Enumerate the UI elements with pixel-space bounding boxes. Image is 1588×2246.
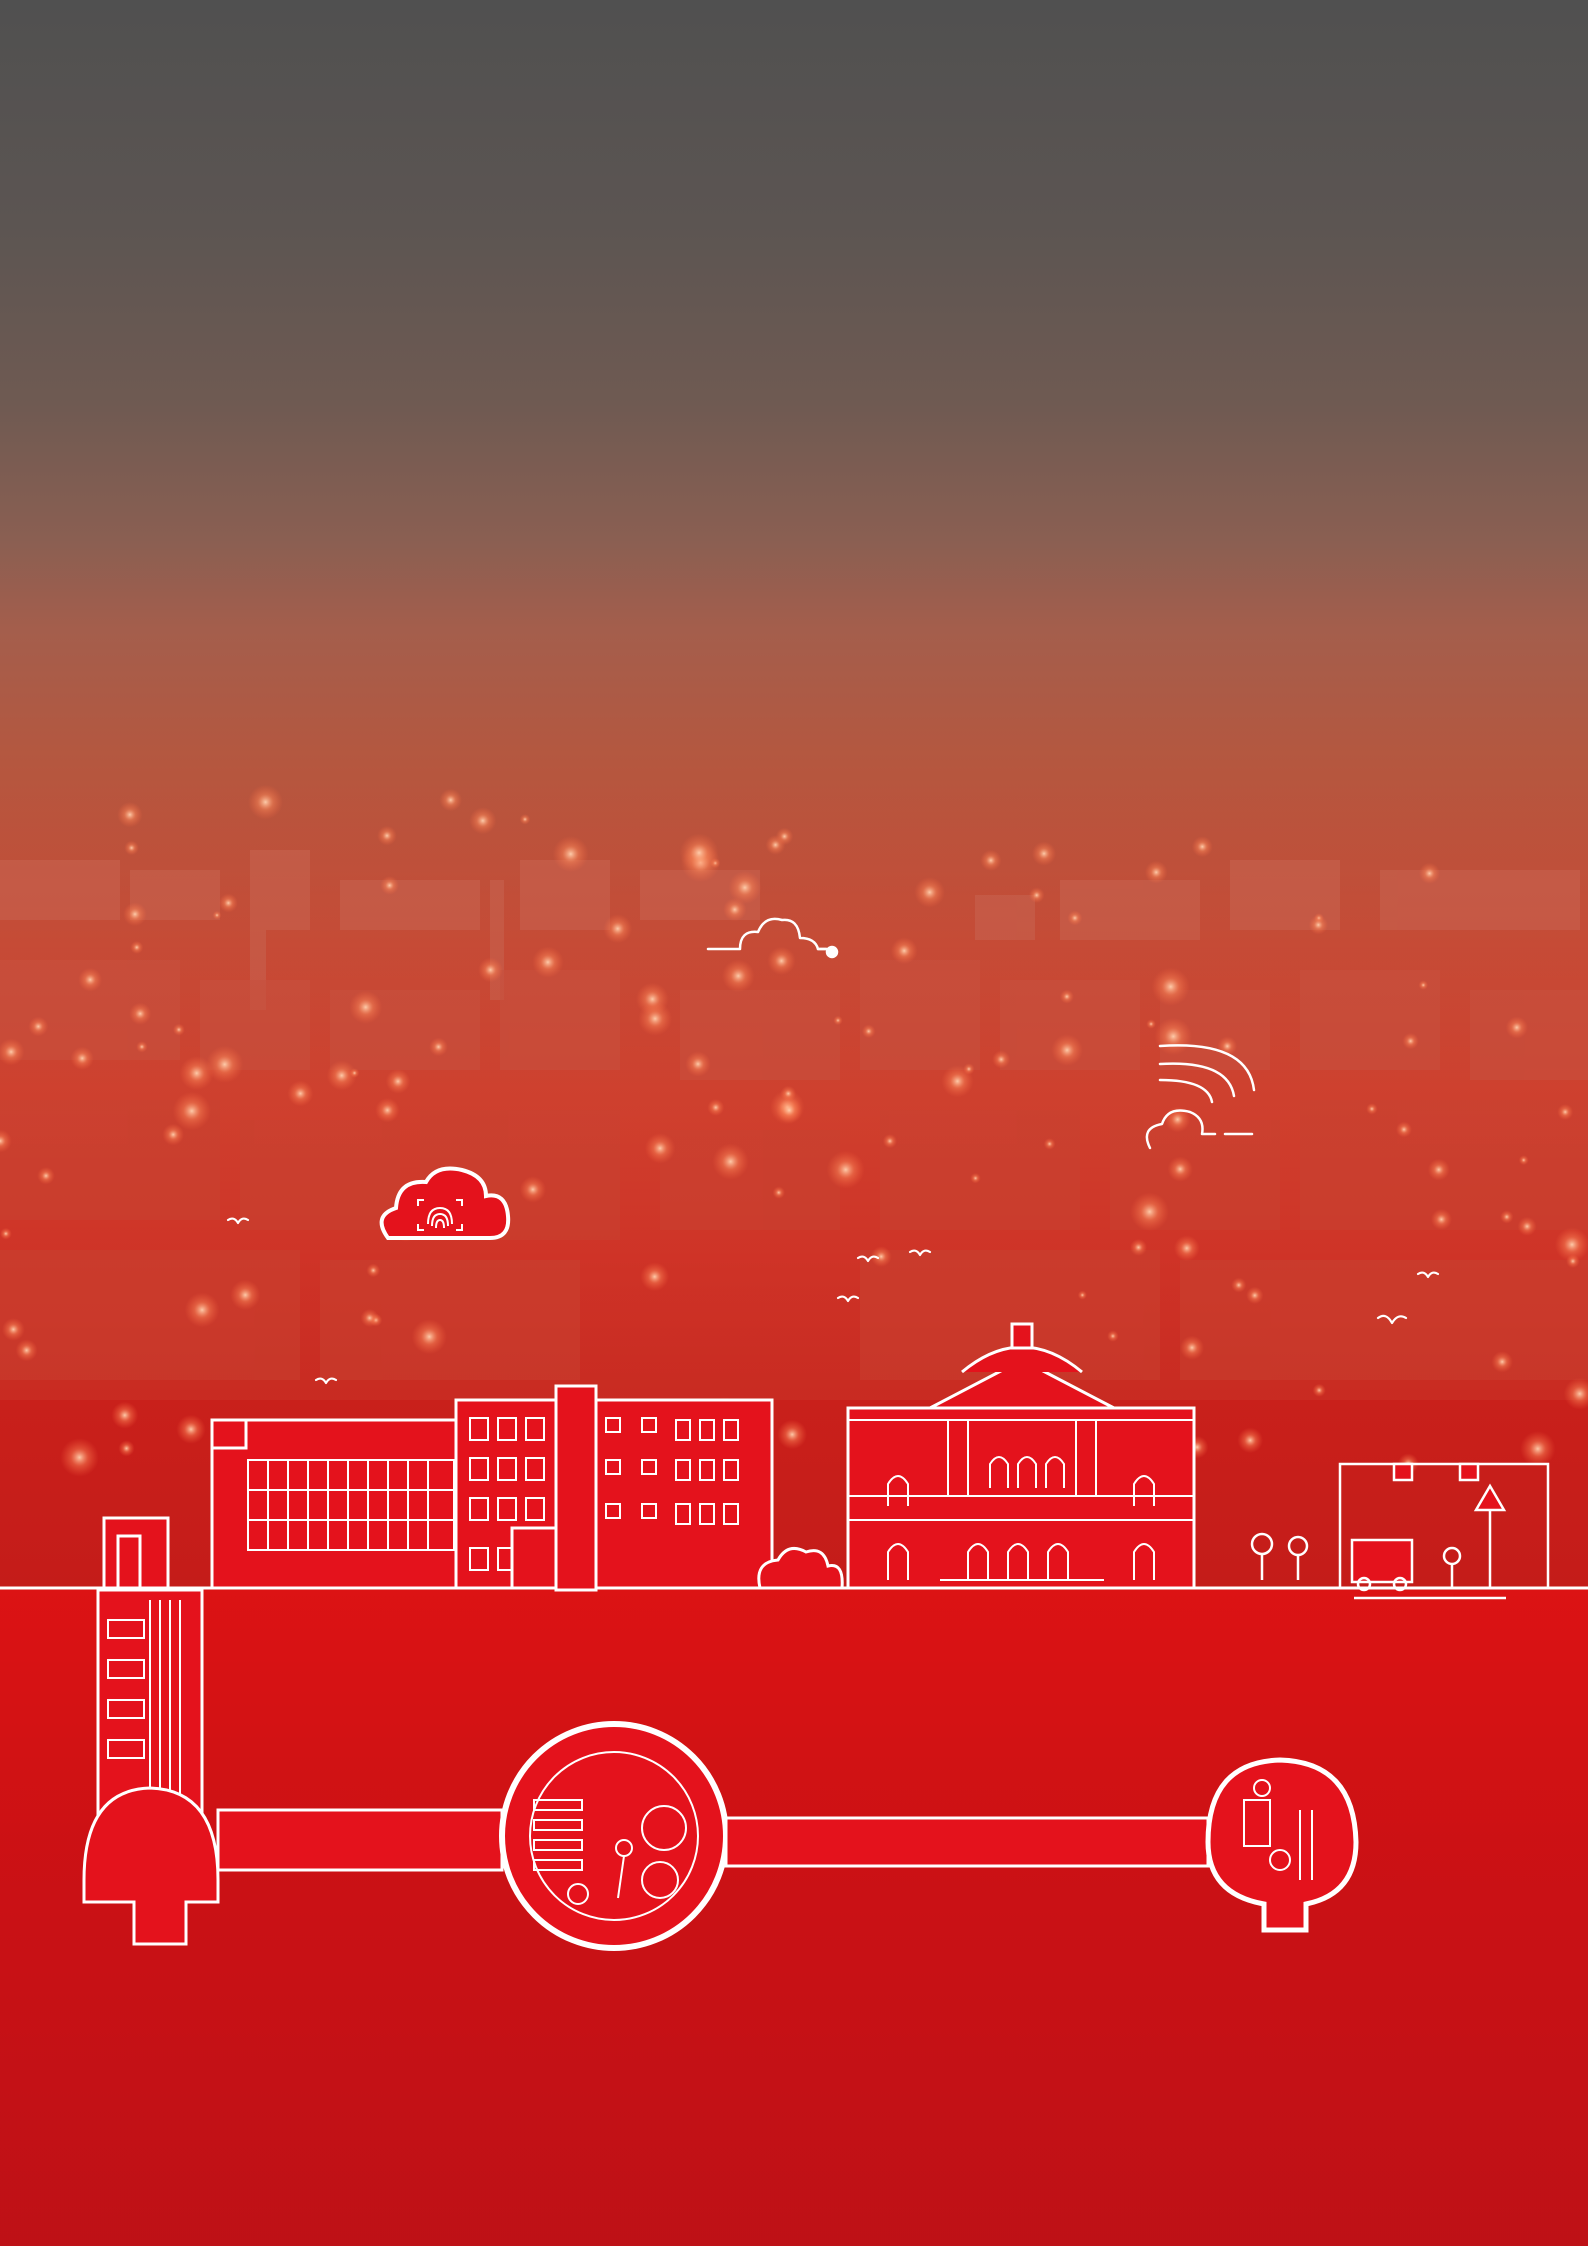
- fingerprint-cloud-icon: [379, 1166, 511, 1240]
- infrastructure-illustration: [0, 917, 1588, 1951]
- cloud-connection-icon: [706, 917, 839, 959]
- theatre-building: [846, 1322, 1196, 1590]
- poster-background: [0, 0, 1588, 2246]
- wifi-cloud-icon: [1145, 1044, 1256, 1150]
- bird-icon: [226, 1217, 1440, 1385]
- street-scene: [1250, 1462, 1550, 1600]
- brick-buildings: [102, 1384, 774, 1592]
- underground-utility-tunnels: [82, 1588, 1359, 1951]
